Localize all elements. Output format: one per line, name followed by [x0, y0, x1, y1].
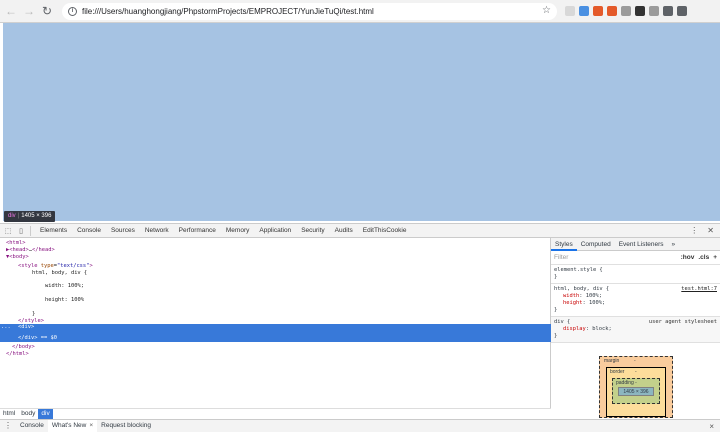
- styles-pane: Styles Computed Event Listeners » Filter…: [551, 238, 720, 419]
- style-text: height: 100%: [45, 297, 84, 303]
- style-rule-user-agent[interactable]: div { user agent stylesheet display: blo…: [551, 317, 720, 343]
- bookmark-star-icon[interactable]: ☆: [542, 5, 551, 16]
- element-highlight-overlay: [3, 23, 720, 221]
- page-viewport: [0, 23, 720, 223]
- style-rule-html-body-div[interactable]: html, body, div { test.html:7 width: 100…: [551, 284, 720, 317]
- dom-node-body-close[interactable]: </body>: [12, 344, 563, 351]
- drawer-tab-console[interactable]: Console: [16, 420, 48, 432]
- inspect-tooltip: div | 1405 × 396: [4, 211, 56, 222]
- box-model-padding: padding - 1405 × 396: [612, 378, 660, 404]
- elements-tree: <html> ▶<head>…</head> ▼<body> <style ty…: [0, 238, 551, 408]
- new-rule-button[interactable]: +: [713, 254, 717, 261]
- drawer-tab-whats-new[interactable]: What's New ×: [47, 420, 98, 432]
- extensions-bar: [565, 6, 687, 16]
- extension-icon[interactable]: [635, 6, 645, 16]
- dom-node-head[interactable]: ▶<head>…</head>: [6, 247, 557, 254]
- breadcrumb-html[interactable]: html: [0, 409, 18, 419]
- dom-node-html[interactable]: <html>: [6, 240, 557, 247]
- device-toolbar-icon[interactable]: ▯: [16, 226, 26, 236]
- tab-2[interactable]: Sources: [106, 224, 140, 238]
- divider: [30, 225, 31, 236]
- breadcrumb: html body div: [0, 408, 551, 419]
- tab-9[interactable]: EditThisCookie: [358, 224, 412, 238]
- dom-node-style[interactable]: <style type="text/css">: [18, 263, 569, 270]
- address-bar[interactable]: i file:///Users/huanghongjiang/PhpstormP…: [62, 2, 557, 20]
- reload-icon[interactable]: ↻: [40, 4, 54, 18]
- box-model-margin: margin - border - padding - 1405 × 396: [599, 356, 673, 418]
- extension-icon[interactable]: [649, 6, 659, 16]
- more-tabs-icon[interactable]: »: [668, 238, 680, 251]
- drawer-menu-icon[interactable]: ⋮: [0, 420, 16, 432]
- style-text: }: [32, 311, 36, 317]
- dom-node-html-close[interactable]: </html>: [6, 351, 557, 358]
- filter-input[interactable]: Filter: [554, 254, 568, 261]
- url-text[interactable]: file:///Users/huanghongjiang/PhpstormPro…: [82, 7, 374, 16]
- breadcrumb-body[interactable]: body: [18, 409, 38, 419]
- close-drawer-icon[interactable]: ×: [709, 422, 714, 431]
- tab-0[interactable]: Elements: [35, 224, 72, 238]
- style-text: width: 100%;: [45, 283, 84, 289]
- extension-icon[interactable]: [565, 6, 575, 16]
- more-options-icon[interactable]: ⋮: [690, 226, 698, 235]
- tab-6[interactable]: Application: [254, 224, 296, 238]
- back-icon[interactable]: ←: [4, 4, 18, 18]
- tooltip-tag: div: [8, 213, 16, 219]
- tab-8[interactable]: Audits: [330, 224, 358, 238]
- tab-computed[interactable]: Computed: [577, 238, 615, 251]
- dom-node-body[interactable]: ▼<body>: [6, 254, 557, 261]
- tab-styles[interactable]: Styles: [551, 238, 577, 251]
- breadcrumb-div[interactable]: div: [38, 409, 53, 419]
- devtools-drawer: ⋮ Console What's New × Request blocking ×: [0, 419, 720, 432]
- tooltip-size: 1405 × 396: [21, 213, 52, 219]
- drawer-tab-request-blocking[interactable]: Request blocking: [97, 420, 155, 432]
- rule-source-ua: user agent stylesheet: [648, 319, 717, 325]
- style-text: html, body, div {: [32, 270, 88, 276]
- tab-event-listeners[interactable]: Event Listeners: [615, 238, 668, 251]
- cls-button[interactable]: .cls: [698, 254, 709, 261]
- tab-5[interactable]: Memory: [221, 224, 254, 238]
- box-model-content: 1405 × 396: [618, 387, 654, 396]
- extension-icon[interactable]: [621, 6, 631, 16]
- browser-toolbar: ← → ↻ i file:///Users/huanghongjiang/Php…: [0, 0, 720, 23]
- inspect-element-icon[interactable]: ⬚: [3, 226, 13, 236]
- extension-icon[interactable]: [677, 6, 687, 16]
- dom-node-div-selected[interactable]: ... <div> </div> == $0: [0, 324, 551, 342]
- styles-tabbar: Styles Computed Event Listeners »: [551, 238, 720, 251]
- close-tab-icon[interactable]: ×: [89, 422, 93, 429]
- devtools-tabbar: ⬚ ▯ Elements Console Sources Network Per…: [0, 223, 720, 238]
- tab-1[interactable]: Console: [72, 224, 106, 238]
- tab-7[interactable]: Security: [296, 224, 329, 238]
- style-rule-element[interactable]: element.style { }: [551, 265, 720, 284]
- info-icon[interactable]: i: [68, 6, 77, 16]
- styles-filter[interactable]: Filter :hov .cls +: [551, 251, 720, 265]
- rule-source-link[interactable]: test.html:7: [681, 286, 717, 293]
- tab-3[interactable]: Network: [140, 224, 174, 238]
- box-model-border: border - padding - 1405 × 396: [606, 367, 666, 417]
- hov-button[interactable]: :hov: [681, 254, 695, 261]
- extension-icon[interactable]: [593, 6, 603, 16]
- close-devtools-icon[interactable]: ✕: [707, 226, 714, 235]
- extension-icon[interactable]: [663, 6, 673, 16]
- forward-icon[interactable]: →: [22, 4, 36, 18]
- extension-icon[interactable]: [579, 6, 589, 16]
- extension-icon[interactable]: [607, 6, 617, 16]
- tab-4[interactable]: Performance: [174, 224, 221, 238]
